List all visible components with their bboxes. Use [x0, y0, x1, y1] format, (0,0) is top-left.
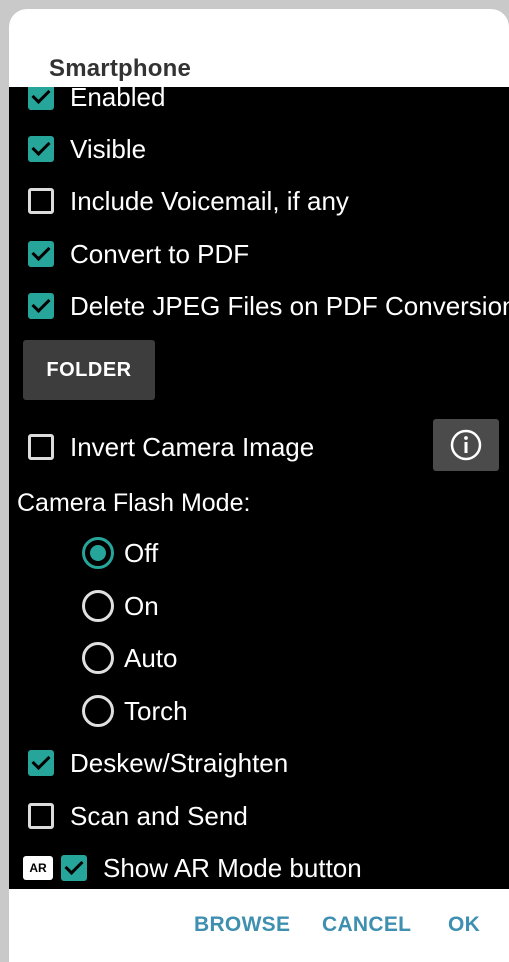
include-voicemail-checkbox[interactable] — [28, 188, 54, 214]
info-button[interactable] — [433, 419, 499, 471]
option-convert-pdf[interactable]: Convert to PDF — [9, 234, 249, 274]
option-enabled[interactable]: Enabled — [9, 87, 165, 117]
option-label: Enabled — [70, 87, 166, 112]
invert-camera-checkbox[interactable] — [28, 434, 54, 460]
option-label: Visible — [70, 133, 147, 164]
option-label: Delete JPEG Files on PDF Conversion — [70, 290, 509, 321]
radio-label: Auto — [124, 642, 178, 673]
settings-dialog: Smartphone Enabled Visible Include Voice… — [9, 9, 509, 962]
settings-scroll-area[interactable]: Enabled Visible Include Voicemail, if an… — [9, 87, 509, 889]
ok-button[interactable]: OK — [448, 913, 480, 937]
radio-label: On — [124, 590, 159, 621]
delete-jpeg-checkbox[interactable] — [28, 293, 54, 319]
show-ar-checkbox[interactable] — [61, 855, 87, 881]
option-label: Invert Camera Image — [70, 431, 315, 462]
flash-mode-label: Camera Flash Mode: — [17, 489, 251, 517]
visible-checkbox[interactable] — [28, 136, 54, 162]
option-visible[interactable]: Visible — [9, 129, 146, 169]
option-label: Include Voicemail, if any — [70, 185, 349, 216]
flash-off-radio[interactable] — [82, 537, 114, 569]
option-deskew[interactable]: Deskew/Straighten — [9, 743, 288, 783]
folder-button[interactable]: FOLDER — [23, 340, 155, 400]
radio-label: Torch — [124, 695, 188, 726]
flash-option-off[interactable]: Off — [82, 533, 158, 573]
ar-badge-text: AR — [29, 861, 47, 875]
convert-pdf-checkbox[interactable] — [28, 241, 54, 267]
dialog-actions: BROWSE CANCEL OK — [9, 889, 509, 962]
option-label: Deskew/Straighten — [70, 747, 289, 778]
option-show-ar[interactable]: AR Show AR Mode button — [9, 848, 362, 888]
option-delete-jpeg[interactable]: Delete JPEG Files on PDF Conversion — [9, 286, 509, 326]
scan-send-checkbox[interactable] — [28, 803, 54, 829]
option-label: Show AR Mode button — [103, 852, 362, 883]
enabled-checkbox[interactable] — [28, 87, 54, 110]
flash-on-radio[interactable] — [82, 590, 114, 622]
flash-option-auto[interactable]: Auto — [82, 638, 178, 678]
option-label: Convert to PDF — [70, 238, 250, 269]
flash-torch-radio[interactable] — [82, 695, 114, 727]
flash-auto-radio[interactable] — [82, 642, 114, 674]
deskew-checkbox[interactable] — [28, 750, 54, 776]
radio-label: Off — [124, 537, 159, 568]
info-icon — [450, 429, 482, 461]
option-invert-camera[interactable]: Invert Camera Image — [9, 427, 314, 467]
browse-button[interactable]: BROWSE — [194, 913, 290, 937]
flash-option-torch[interactable]: Torch — [82, 691, 188, 731]
cancel-button[interactable]: CANCEL — [322, 913, 411, 937]
option-include-voicemail[interactable]: Include Voicemail, if any — [9, 181, 349, 221]
option-label: Scan and Send — [70, 800, 248, 831]
option-scan-send[interactable]: Scan and Send — [9, 796, 248, 836]
flash-option-on[interactable]: On — [82, 586, 159, 626]
ar-icon: AR — [23, 856, 53, 880]
dialog-title: Smartphone — [49, 55, 192, 82]
